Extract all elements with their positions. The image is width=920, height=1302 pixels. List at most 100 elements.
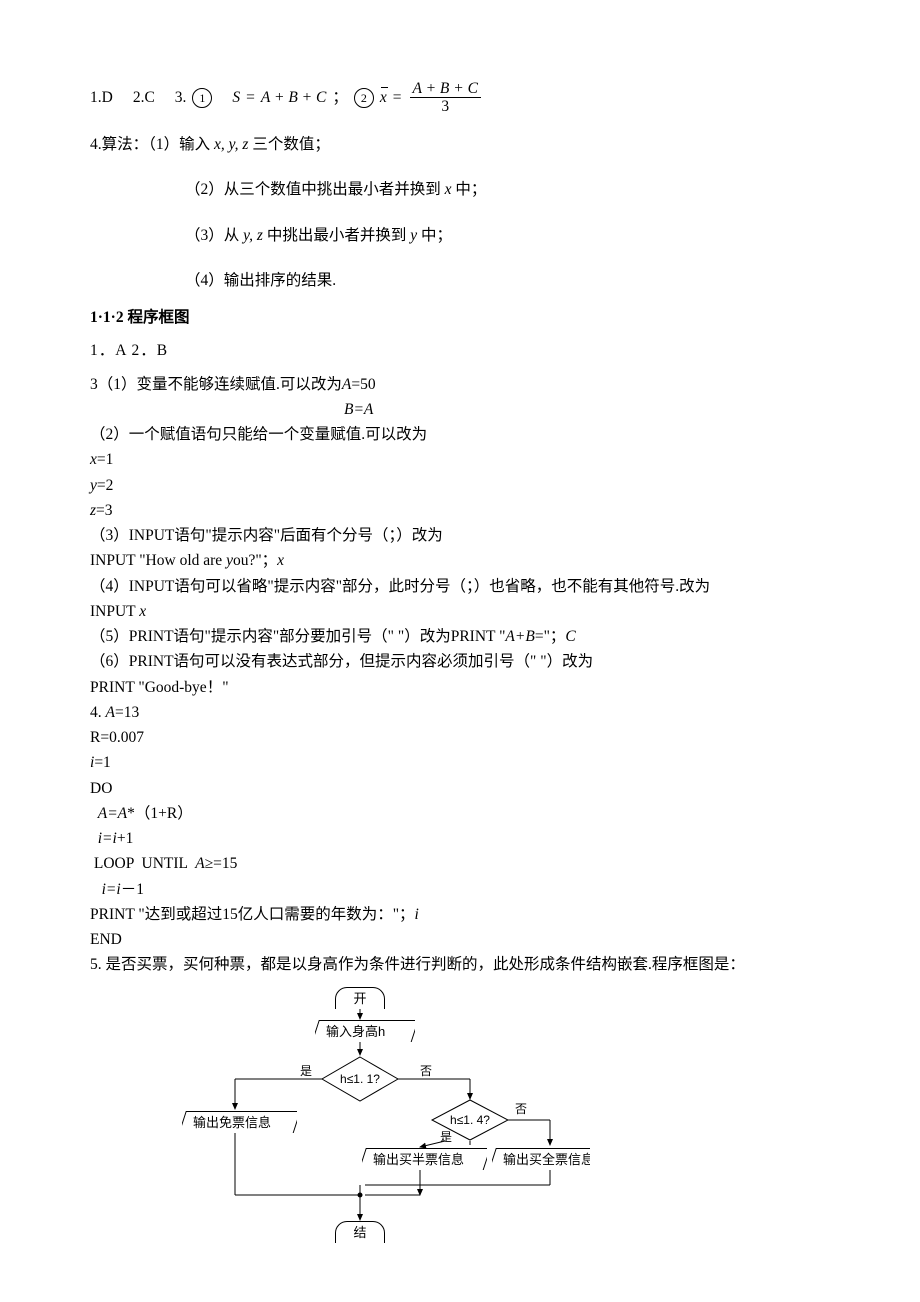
l3-5a: （5）PRINT语句"提示内容"部分要加引号（" "）改为PRINT " [90,628,505,645]
line-z3: z=3 [90,499,825,522]
loop-i: A [195,855,204,872]
formula2-eq: = [393,86,402,109]
line-do: DO [90,777,825,800]
pr2i: i [415,906,419,923]
inp1a: INPUT "How old are [90,552,226,569]
ii1-t: +1 [117,830,134,847]
q3-prefix: 3. [175,86,187,109]
line-3-5: （5）PRINT语句"提示内容"部分要加引号（" "）改为PRINT "A+B=… [90,625,825,648]
answers-line-1: 1.D 2.C 3. 1 S = A + B + C ； 2 x = A + B… [90,80,825,115]
section-112-title: 1·1·2 程序框图 [90,306,825,329]
inp2x: x [139,603,146,620]
z3-t: =3 [96,502,113,519]
flow-end: 结束 [335,1221,385,1243]
loop-a: LOOP UNTIL [90,855,195,872]
flow-start: 开始 [335,987,385,1009]
inp1b: ou?"； [233,552,277,569]
l3-1-text: 3（1）变量不能够连续赋值.可以改为 [90,376,342,393]
q4-vars: x, y, z [214,136,248,153]
y2-i: y [90,477,97,494]
aar-i: A=A [98,805,127,822]
line-i1: i=1 [90,751,825,774]
inp2a: INPUT [90,603,139,620]
q4-s3c: 中； [417,227,452,244]
line-ii2: i=i－1 [90,878,825,901]
section-112-body: 1．A 2．B 3（1）变量不能够连续赋值.可以改为A=50 B=A （2）一个… [90,339,825,976]
inp1y: y [226,552,233,569]
l4i: A [106,704,115,721]
x1-t: =1 [97,451,114,468]
circled-2-icon: 2 [354,88,374,108]
flow-out-half: 输出买半票信息 [362,1148,487,1170]
q4-step3: （3）从 y, z 中挑出最小者并换到 y 中； [90,224,825,247]
q4-s2b: 中； [452,181,487,198]
aar-t: *（1+R） [127,805,193,822]
line-3-3: （3）INPUT语句"提示内容"后面有个分号（；）改为 [90,524,825,547]
flow-no2: 否 [515,1102,527,1116]
line-3-2: （2）一个赋值语句只能给一个变量赋值.可以改为 [90,423,825,446]
ba-italic: B=A [344,401,373,418]
line-goodbye: PRINT "Good-bye！" [90,676,825,699]
ii1-i: i=i [98,830,117,847]
pr2a: PRINT "达到或超过15亿人口需要的年数为："； [90,906,415,923]
flow-end-label: 结束 [353,1225,366,1243]
q4-step1: 4.算法：（1）输入 x, y, z 三个数值； [90,133,825,156]
l4a: 4. [90,704,106,721]
flow-out-full-label: 输出买全票信息 [503,1150,590,1170]
flow-input-label: 输入身高h [326,1022,385,1042]
formula2-lhs-xbar: x [380,86,387,109]
line-4-a13: 4. A=13 [90,701,825,724]
fraction-numerator: A + B + C [410,80,481,98]
line-end: END [90,928,825,951]
i1-t: =1 [94,754,111,771]
q4-lead: 4.算法：（1）输入 [90,136,214,153]
inp1x: x [277,552,284,569]
line-3-6: （6）PRINT语句可以没有表达式部分，但提示内容必须加引号（" "）改为 [90,650,825,673]
ii2-t: －1 [121,881,144,898]
loop-t: ≥=15 [205,855,238,872]
line-5: 5. 是否买票，买何种票，都是以身高作为条件进行判断的，此处形成条件结构嵌套.程… [90,953,825,976]
ii1-a [90,830,98,847]
flow-start-label: 开始 [353,991,366,1009]
line-input2: INPUT x [90,600,825,623]
flow-out-free-label: 输出免票信息 [193,1113,271,1133]
l3-5c: C [565,628,575,645]
circled-1-icon: 1 [192,88,212,108]
q4-step2: （2）从三个数值中挑出最小者并换到 x 中； [90,178,825,201]
line-ba: B=A [90,398,825,421]
fraction-denominator: 3 [438,98,452,115]
line-3-1: 3（1）变量不能够连续赋值.可以改为A=50 [90,373,825,396]
q4-s2v: x [445,181,452,198]
ii2-i: i=i [102,881,121,898]
flow-input: 输入身高h [315,1020,415,1042]
y2-t: =2 [97,477,114,494]
line-r: R=0.007 [90,726,825,749]
formula1-eq: = [246,86,255,109]
flow-out-free: 输出免票信息 [182,1111,297,1133]
q4-s3b: 中挑出最小者并换到 [263,227,410,244]
flow-out-half-label: 输出买半票信息 [373,1150,464,1170]
q4-step4: （4）输出排序的结果. [90,269,825,292]
q4-s3v: y, z [243,227,263,244]
flow-out-full: 输出买全票信息 [492,1148,590,1170]
formula1-rhs: A + B + C [261,86,326,109]
flow-cond1-label: h≤1. 1? [340,1072,380,1086]
line-aar: A=A*（1+R） [90,802,825,825]
line-print2: PRINT "达到或超过15亿人口需要的年数为："；i [90,903,825,926]
flow-cond2-label: h≤1. 4? [450,1113,490,1127]
flow-yes2: 是 [440,1130,452,1144]
q1-answer: 1.D [90,86,113,109]
l3-1-italic: A [342,376,351,393]
line-ii1: i=i+1 [90,827,825,850]
flow-no1: 否 [420,1064,432,1078]
q2-answer: 2.C [133,86,155,109]
line-input1: INPUT "How old are you?"；x [90,549,825,572]
line-3-4: （4）INPUT语句可以省略"提示内容"部分，此时分号（；）也省略，也不能有其他… [90,575,825,598]
flow-yes1: 是 [300,1064,312,1078]
l4b: =13 [115,704,139,721]
aar-a [90,805,98,822]
l3-5i: A+B [505,628,534,645]
formula2-fraction: A + B + C 3 [410,80,481,115]
line-x1: x=1 [90,448,825,471]
sec112-answers: 1．A 2．B [90,339,825,362]
